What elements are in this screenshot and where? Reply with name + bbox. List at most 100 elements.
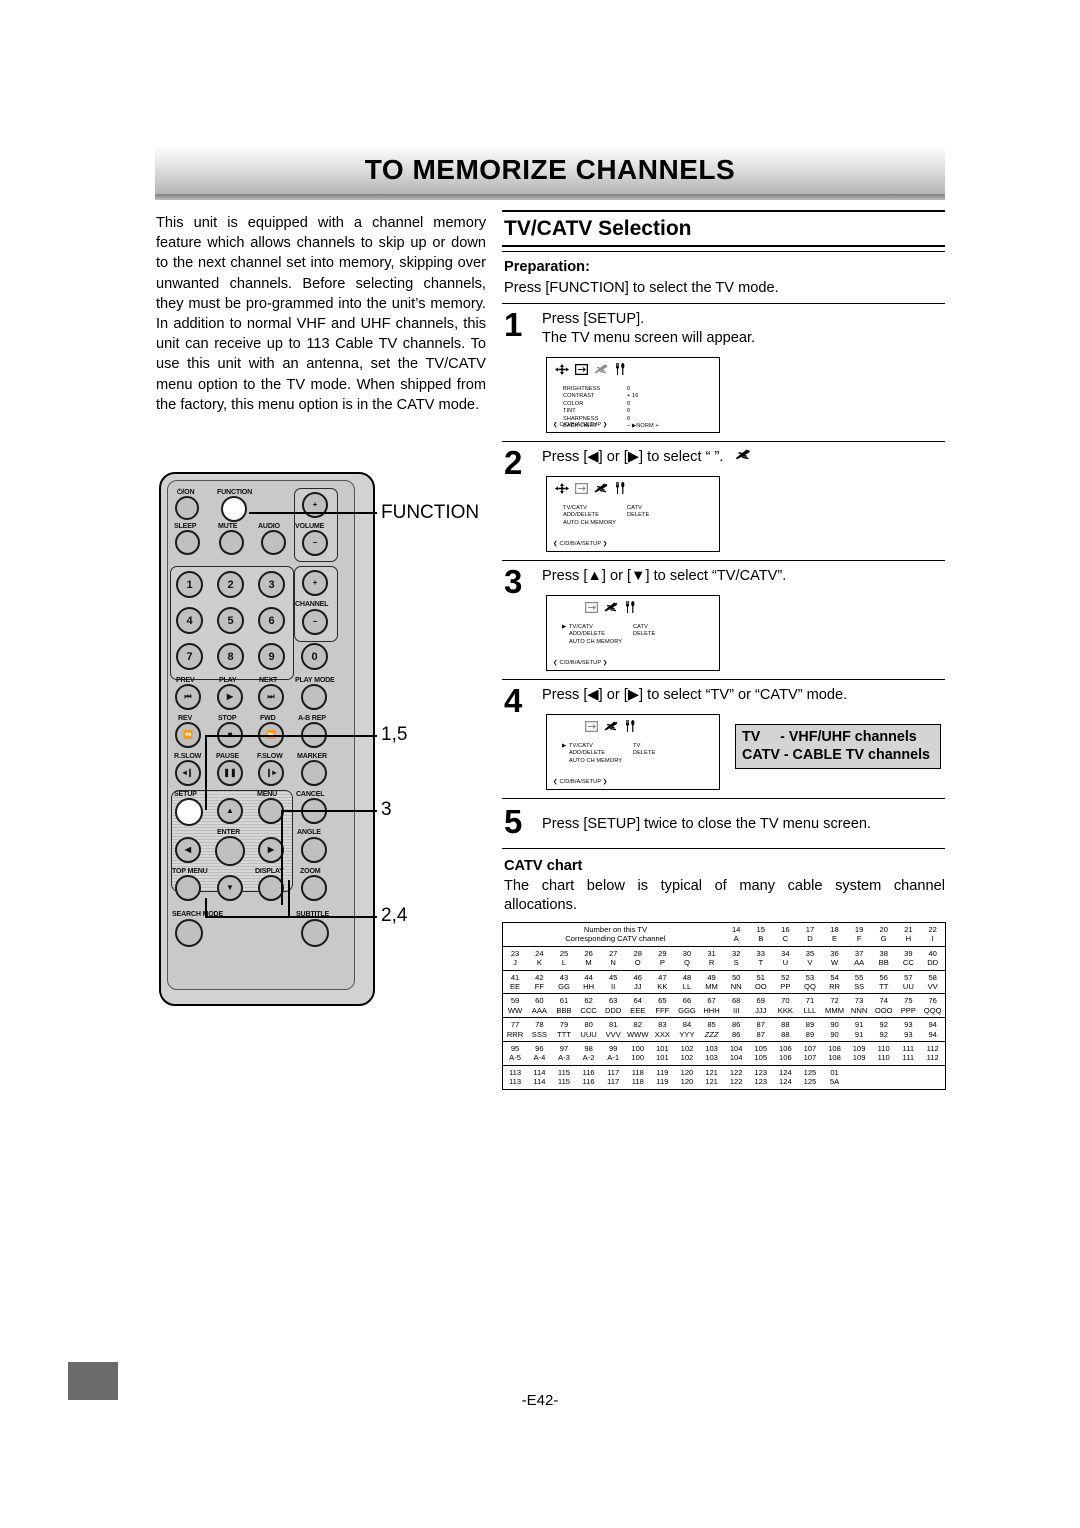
prev-button[interactable]: ⏮ — [175, 684, 201, 710]
cell: 84 — [674, 1017, 700, 1030]
number-5-button[interactable]: 5 — [217, 607, 244, 634]
play-button[interactable]: ▶ — [217, 684, 243, 710]
up-button[interactable]: ▲ — [217, 798, 243, 824]
number-2-button[interactable]: 2 — [217, 571, 244, 598]
cell: 91 — [854, 1029, 864, 1039]
number-4-button[interactable]: 4 — [176, 607, 203, 634]
number-6-button[interactable]: 6 — [258, 607, 285, 634]
sleep-button[interactable] — [175, 530, 200, 555]
step-5-line1: Press [SETUP] twice to close the TV menu… — [542, 816, 872, 832]
angle-button[interactable] — [301, 837, 327, 863]
cell: 93 — [904, 1029, 913, 1039]
enter-button[interactable] — [215, 836, 245, 866]
number-7-button[interactable]: 7 — [176, 643, 203, 670]
note-line-tv: TV - VHF/UHF channels — [742, 729, 917, 745]
cell: 103 — [705, 1053, 718, 1063]
cell: 114 — [533, 1077, 546, 1087]
cell: 30 — [674, 945, 700, 959]
channel-plus-label: + — [312, 578, 318, 587]
page-title: TO MEMORIZE CHANNELS — [364, 154, 736, 185]
step-5: 5 Press [SETUP] twice to close the TV me… — [502, 799, 945, 848]
fwd-label: FWD — [260, 714, 276, 722]
osd-row-value: 0 — [627, 400, 631, 407]
power-button[interactable] — [175, 496, 199, 520]
volume-up-button[interactable]: + — [302, 492, 328, 518]
audio-button[interactable] — [261, 530, 286, 555]
channel-up-button[interactable]: + — [302, 570, 328, 596]
table-row: Number on this TV 14 15 16 17 18 19 20 2… — [503, 923, 946, 935]
callout-line-leftright — [205, 916, 377, 918]
cell: 116 — [576, 1064, 601, 1078]
cell: AAA — [531, 1005, 547, 1015]
top-menu-button[interactable] — [175, 875, 201, 901]
forward-slow-icon: ❙▸ — [265, 768, 277, 777]
osd-row-value: DELETE — [633, 631, 656, 638]
cell: 106 — [773, 1041, 798, 1054]
zoom-label: ZOOM — [300, 867, 321, 875]
cell: 5A — [829, 1077, 840, 1087]
top-menu-label: TOP MENU — [172, 867, 208, 875]
display-label: DISPLAY — [255, 867, 284, 875]
cell: 125 — [803, 1077, 817, 1087]
cell: 93 — [896, 1017, 921, 1030]
cell: U — [782, 958, 789, 968]
left-button[interactable]: ◀ — [175, 837, 201, 863]
cell: 58 — [920, 969, 946, 983]
cell: W — [830, 958, 839, 968]
number-3-button[interactable]: 3 — [258, 571, 285, 598]
volume-down-button[interactable]: − — [302, 530, 328, 556]
cursor-icon: ▶ — [562, 624, 567, 630]
down-button[interactable]: ▼ — [217, 875, 243, 901]
cell: A-2 — [582, 1053, 595, 1063]
cell: 105 — [754, 1053, 768, 1063]
table-row: 41 42 43 44 45 46 47 48 49 50 51 52 53 54 55 56 57 58 — [502, 969, 946, 983]
antenna-icon — [594, 482, 608, 493]
volume-minus-label: − — [312, 538, 318, 547]
picture-icon — [585, 720, 598, 732]
pause-button[interactable]: ❚❚ — [217, 760, 243, 786]
osd-row: ADD/DELETE DELETE — [563, 512, 649, 519]
number-1-button[interactable]: 1 — [176, 571, 203, 598]
cell: 62 — [576, 993, 601, 1006]
cell — [896, 1064, 921, 1078]
cell: 26 — [576, 945, 601, 959]
callout-line-updown — [281, 810, 377, 812]
mute-button[interactable] — [219, 530, 244, 555]
number-0-button[interactable]: 0 — [301, 643, 328, 670]
cell: 15 — [756, 925, 765, 934]
cell: SS — [854, 982, 865, 992]
rev-label: REV — [178, 714, 192, 722]
setup-button[interactable] — [175, 798, 203, 826]
next-button[interactable]: ⏭ — [258, 684, 284, 710]
cell: 101 — [656, 1053, 669, 1063]
cell: KKK — [777, 1005, 793, 1015]
cell: 22 — [928, 925, 937, 934]
osd-3-footer: ❮ C/D/B/A/SETUP ❯ — [553, 660, 608, 666]
search-mode-button[interactable] — [175, 919, 203, 947]
f-slow-button[interactable]: ❙▸ — [258, 760, 284, 786]
rev-button[interactable]: ⏪ — [175, 722, 201, 748]
subtitle-button[interactable] — [301, 919, 329, 947]
cell: 39 — [896, 945, 921, 959]
osd-row-key: TV/CATV — [569, 624, 593, 630]
play-mode-button[interactable] — [301, 684, 327, 710]
step-3: 3 Press [▲] or [▼] to select “TV/CATV”. … — [502, 561, 945, 679]
r-slow-button[interactable]: ◂❙ — [175, 760, 201, 786]
step-2-number: 2 — [504, 444, 523, 481]
cell: C — [782, 934, 789, 944]
number-4-label: 4 — [186, 614, 193, 627]
function-button[interactable] — [221, 496, 247, 522]
step-1: 1 Press [SETUP]. The TV menu screen will… — [502, 304, 945, 441]
table-row: 113 114 115 116 117 118 119 120 121 122 123 124 125 5… — [503, 1077, 946, 1089]
cell: 120 — [674, 1064, 700, 1078]
table-row: 113 114 115 116 117 118 119 120 121 122 123 124 125 0… — [502, 1064, 946, 1078]
cell: 20 — [879, 925, 888, 934]
number-1-label: 1 — [186, 578, 193, 591]
cell: 43 — [551, 969, 577, 983]
zoom-button[interactable] — [301, 875, 327, 901]
channel-down-button[interactable]: − — [302, 609, 328, 635]
number-8-button[interactable]: 8 — [217, 643, 244, 670]
cell: 117 — [607, 1077, 620, 1087]
number-9-button[interactable]: 9 — [258, 643, 285, 670]
marker-button[interactable] — [301, 760, 327, 786]
